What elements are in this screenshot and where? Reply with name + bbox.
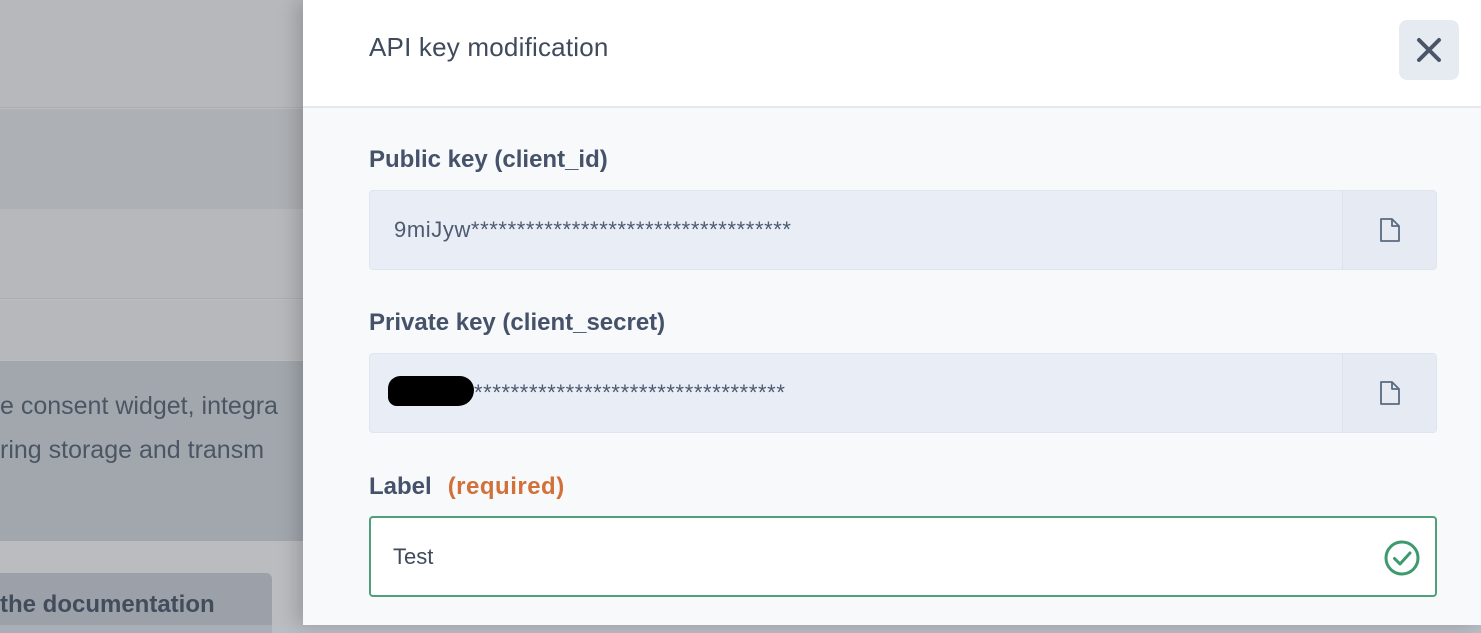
copy-private-key-button[interactable] — [1342, 354, 1436, 432]
drawer-header: API key modification — [303, 0, 1481, 108]
public-key-field: 9miJyw**********************************… — [369, 190, 1437, 270]
close-button[interactable] — [1399, 20, 1459, 80]
label-field-label: Label (required) — [369, 473, 565, 501]
private-key-value: ********************************** — [474, 380, 786, 405]
label-input[interactable] — [393, 518, 1353, 595]
close-icon — [1417, 38, 1441, 62]
modal-overlay[interactable] — [0, 0, 304, 625]
copy-public-key-button[interactable] — [1342, 191, 1436, 269]
label-input-wrapper — [369, 516, 1437, 597]
label-field-title: Label — [369, 473, 432, 500]
public-key-value: 9miJyw**********************************… — [394, 217, 792, 242]
required-indicator: (required) — [447, 473, 565, 500]
file-copy-icon — [1379, 381, 1400, 405]
private-key-field: ********************************** — [369, 353, 1437, 433]
api-key-drawer: API key modification Public key (client_… — [303, 0, 1481, 625]
redaction-mark — [388, 376, 474, 406]
public-key-label: Public key (client_id) — [369, 146, 608, 173]
drawer-title: API key modification — [369, 32, 609, 62]
file-copy-icon — [1379, 218, 1400, 242]
check-circle-icon — [1384, 540, 1420, 576]
private-key-label: Private key (client_secret) — [369, 309, 666, 336]
